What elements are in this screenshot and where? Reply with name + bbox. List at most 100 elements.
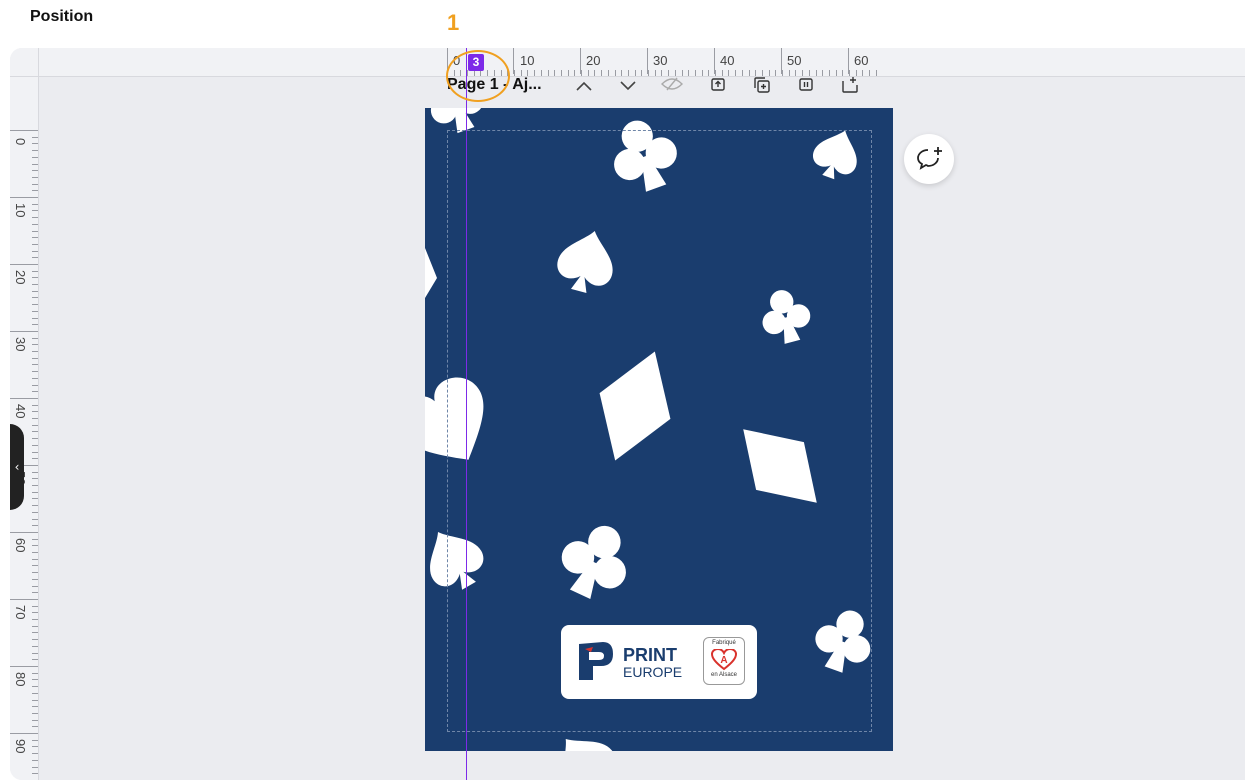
ruler-left-label-80: 80 xyxy=(13,672,28,687)
ruler-minor-tick xyxy=(32,324,38,325)
ruler-minor-tick xyxy=(32,572,38,573)
add-page-icon[interactable] xyxy=(839,76,861,98)
ruler-minor-tick xyxy=(32,559,38,560)
ruler-left-label-30: 30 xyxy=(13,337,28,352)
ruler-minor-tick xyxy=(32,760,38,761)
ruler-minor-tick xyxy=(32,438,38,439)
ruler-minor-tick xyxy=(32,472,38,473)
ruler-minor-tick xyxy=(32,666,38,667)
ruler-minor-tick xyxy=(32,217,38,218)
ruler-minor-tick xyxy=(32,164,38,165)
ruler-minor-tick xyxy=(32,418,38,419)
ruler-minor-tick xyxy=(32,452,38,453)
ruler-top-label-10: 10 xyxy=(520,53,535,68)
ruler-minor-tick xyxy=(32,733,38,734)
ruler-minor-tick xyxy=(32,264,38,265)
ruler-minor-tick xyxy=(32,210,38,211)
ruler-minor-tick xyxy=(32,586,38,587)
alsace-heart-icon: A xyxy=(711,649,737,671)
ruler-top-label-40: 40 xyxy=(720,53,735,68)
ruler-minor-tick xyxy=(32,157,38,158)
badge-bottom-text: en Alsace xyxy=(710,672,738,678)
editor-canvas: 0 10 20 30 40 50 60 3 0 10 20 30 40 50 6… xyxy=(10,48,1245,780)
ruler-minor-tick xyxy=(32,726,38,727)
annotation-number: 1 xyxy=(447,10,460,35)
ruler-minor-tick xyxy=(32,431,38,432)
ruler-minor-tick xyxy=(32,344,38,345)
lock-icon[interactable] xyxy=(707,76,729,98)
logo-brand-line1: PRINT xyxy=(623,645,677,665)
print-europe-logo[interactable]: PRINT EUROPE Fabriqué A en Alsace xyxy=(561,625,757,699)
annotation-circle xyxy=(446,50,510,102)
ruler-minor-tick xyxy=(32,177,38,178)
ruler-minor-tick xyxy=(32,519,38,520)
ruler-minor-tick xyxy=(32,425,38,426)
chevron-up-icon[interactable] xyxy=(573,76,595,98)
ruler-minor-tick xyxy=(32,659,38,660)
ruler-minor-tick xyxy=(32,291,38,292)
ruler-minor-tick xyxy=(32,492,38,493)
ruler-minor-tick xyxy=(32,197,38,198)
ruler-minor-tick xyxy=(32,405,38,406)
ruler-top-label-50: 50 xyxy=(787,53,802,68)
design-page-card[interactable]: PRINT EUROPE Fabriqué A en Alsace xyxy=(425,108,893,751)
ruler-minor-tick xyxy=(32,498,38,499)
ruler-top-label-60: 60 xyxy=(854,53,869,68)
ruler-horizontal[interactable]: 0 10 20 30 40 50 60 3 xyxy=(10,48,1245,77)
print-europe-mark-icon xyxy=(579,642,613,680)
ruler-minor-tick xyxy=(32,767,38,768)
ruler-minor-tick xyxy=(32,311,38,312)
ruler-minor-tick xyxy=(32,411,38,412)
ruler-minor-tick xyxy=(32,713,38,714)
ruler-minor-tick xyxy=(32,740,38,741)
ruler-minor-tick xyxy=(32,619,38,620)
ruler-minor-tick xyxy=(32,184,38,185)
ruler-minor-tick xyxy=(32,304,38,305)
ruler-minor-tick xyxy=(32,612,38,613)
ruler-minor-tick xyxy=(32,539,38,540)
eye-hide-icon[interactable] xyxy=(661,76,683,98)
ruler-left-label-20: 20 xyxy=(13,270,28,285)
ruler-minor-tick xyxy=(32,773,38,774)
add-comment-button[interactable] xyxy=(904,134,954,184)
ruler-minor-tick xyxy=(32,626,38,627)
page-toolbar: Page 1 - Aj... xyxy=(447,76,867,100)
ruler-minor-tick xyxy=(32,331,38,332)
ruler-minor-tick xyxy=(32,338,38,339)
chevron-down-icon[interactable] xyxy=(617,76,639,98)
ruler-minor-tick xyxy=(32,632,38,633)
duplicate-page-icon[interactable] xyxy=(751,76,773,98)
ruler-minor-tick xyxy=(32,237,38,238)
ruler-left-label-0: 0 xyxy=(13,138,28,146)
ruler-top-label-30: 30 xyxy=(653,53,668,68)
ruler-minor-tick xyxy=(32,318,38,319)
ruler-minor-tick xyxy=(32,251,38,252)
ruler-minor-tick xyxy=(869,70,870,76)
ruler-minor-tick xyxy=(32,271,38,272)
ruler-minor-tick xyxy=(32,599,38,600)
ruler-minor-tick xyxy=(32,706,38,707)
ruler-minor-tick xyxy=(32,478,38,479)
ruler-left-label-70: 70 xyxy=(13,605,28,620)
logo-brand-line2: EUROPE xyxy=(623,664,683,680)
ruler-minor-tick xyxy=(32,143,38,144)
position-guide-line xyxy=(466,48,467,780)
ruler-corner xyxy=(10,48,39,77)
ruler-minor-tick xyxy=(32,398,38,399)
ruler-minor-tick xyxy=(32,385,38,386)
ruler-minor-tick xyxy=(32,244,38,245)
ruler-minor-tick xyxy=(32,693,38,694)
ruler-minor-tick xyxy=(32,592,38,593)
ruler-minor-tick xyxy=(32,545,38,546)
ruler-minor-tick xyxy=(32,284,38,285)
ruler-minor-tick xyxy=(32,606,38,607)
delete-page-icon[interactable] xyxy=(795,76,817,98)
ruler-minor-tick xyxy=(32,532,38,533)
ruler-minor-tick xyxy=(32,351,38,352)
add-comment-icon xyxy=(917,147,942,170)
side-panel-collapse-handle[interactable]: ‹ xyxy=(10,424,24,510)
ruler-minor-tick xyxy=(32,391,38,392)
ruler-minor-tick xyxy=(32,231,38,232)
ruler-minor-tick xyxy=(32,358,38,359)
ruler-minor-tick xyxy=(32,679,38,680)
